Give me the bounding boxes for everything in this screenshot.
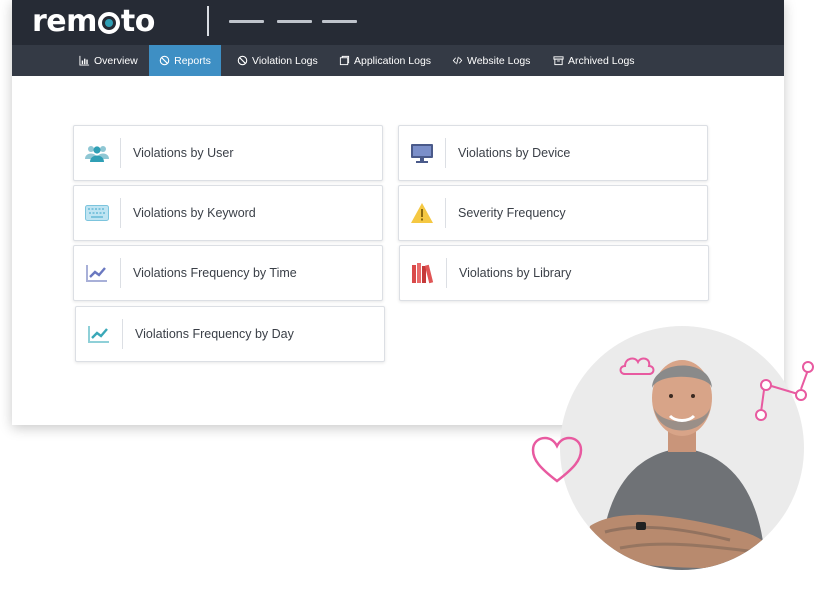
report-card-label: Severity Frequency: [458, 206, 566, 220]
archive-icon: [553, 56, 564, 66]
nav-tab-website-logs[interactable]: Website Logs: [446, 45, 536, 76]
nav-tab-label: Archived Logs: [568, 54, 635, 67]
window-icon: [339, 55, 350, 66]
users-icon: [85, 146, 109, 162]
report-card-label: Violations by User: [133, 146, 234, 160]
nav-tab-label: Application Logs: [354, 54, 432, 67]
report-card-label: Violations Frequency by Day: [135, 327, 294, 341]
report-card-severity-frequency[interactable]: Severity Frequency: [398, 185, 708, 241]
placeholder-dash: [277, 20, 312, 23]
code-icon: [452, 56, 463, 65]
report-card-label: Violations by Keyword: [133, 206, 256, 220]
nav-tab-label: Reports: [174, 54, 211, 67]
placeholder-dash: [322, 20, 357, 23]
nav-tab-violation-logs[interactable]: Violation Logs: [231, 45, 324, 76]
report-card-label: Violations by Device: [458, 146, 571, 160]
nav-tab-archived-logs[interactable]: Archived Logs: [547, 45, 641, 76]
nav-tab-label: Violation Logs: [252, 54, 318, 67]
warning-icon: [411, 203, 433, 223]
report-card-violations-by-keyword[interactable]: Violations by Keyword: [73, 185, 383, 241]
remoto-logo[interactable]: rem to: [32, 2, 155, 42]
heart-icon: [531, 436, 583, 483]
report-card-label: Violations by Library: [459, 266, 572, 280]
ban-icon: [237, 55, 248, 66]
report-card-violations-by-user[interactable]: Violations by User: [73, 125, 383, 181]
report-card-violations-frequency-by-time[interactable]: Violations Frequency by Time: [73, 245, 383, 301]
bar-chart-icon: [79, 55, 90, 66]
books-icon: [412, 263, 434, 284]
logo-text-start: rem: [32, 4, 97, 39]
nav-tab-label: Website Logs: [467, 54, 531, 67]
nav-tab-label: Overview: [94, 54, 138, 67]
nav-tab-reports[interactable]: Reports: [149, 45, 221, 76]
header-divider: [207, 6, 209, 36]
top-bar: rem to: [12, 0, 784, 45]
location-pin-icon: [97, 12, 120, 34]
logo-text-end: to: [120, 4, 155, 39]
cloud-icon: [619, 357, 655, 375]
keyboard-icon: [85, 205, 109, 221]
report-card-violations-by-library[interactable]: Violations by Library: [399, 245, 709, 301]
nav-bar: Overview Reports Violation Logs Applicat…: [12, 45, 784, 76]
trend-chart-icon: [88, 326, 109, 343]
report-card-violations-by-device[interactable]: Violations by Device: [398, 125, 708, 181]
report-card-violations-frequency-by-day[interactable]: Violations Frequency by Day: [75, 306, 385, 362]
nav-tab-application-logs[interactable]: Application Logs: [333, 45, 437, 76]
placeholder-dash: [229, 20, 264, 23]
network-nodes-icon: [755, 361, 814, 421]
trend-chart-icon: [86, 265, 107, 282]
monitor-icon: [411, 144, 433, 163]
nav-tab-overview[interactable]: Overview: [73, 45, 144, 76]
ban-icon: [159, 55, 170, 66]
report-card-label: Violations Frequency by Time: [133, 266, 297, 280]
